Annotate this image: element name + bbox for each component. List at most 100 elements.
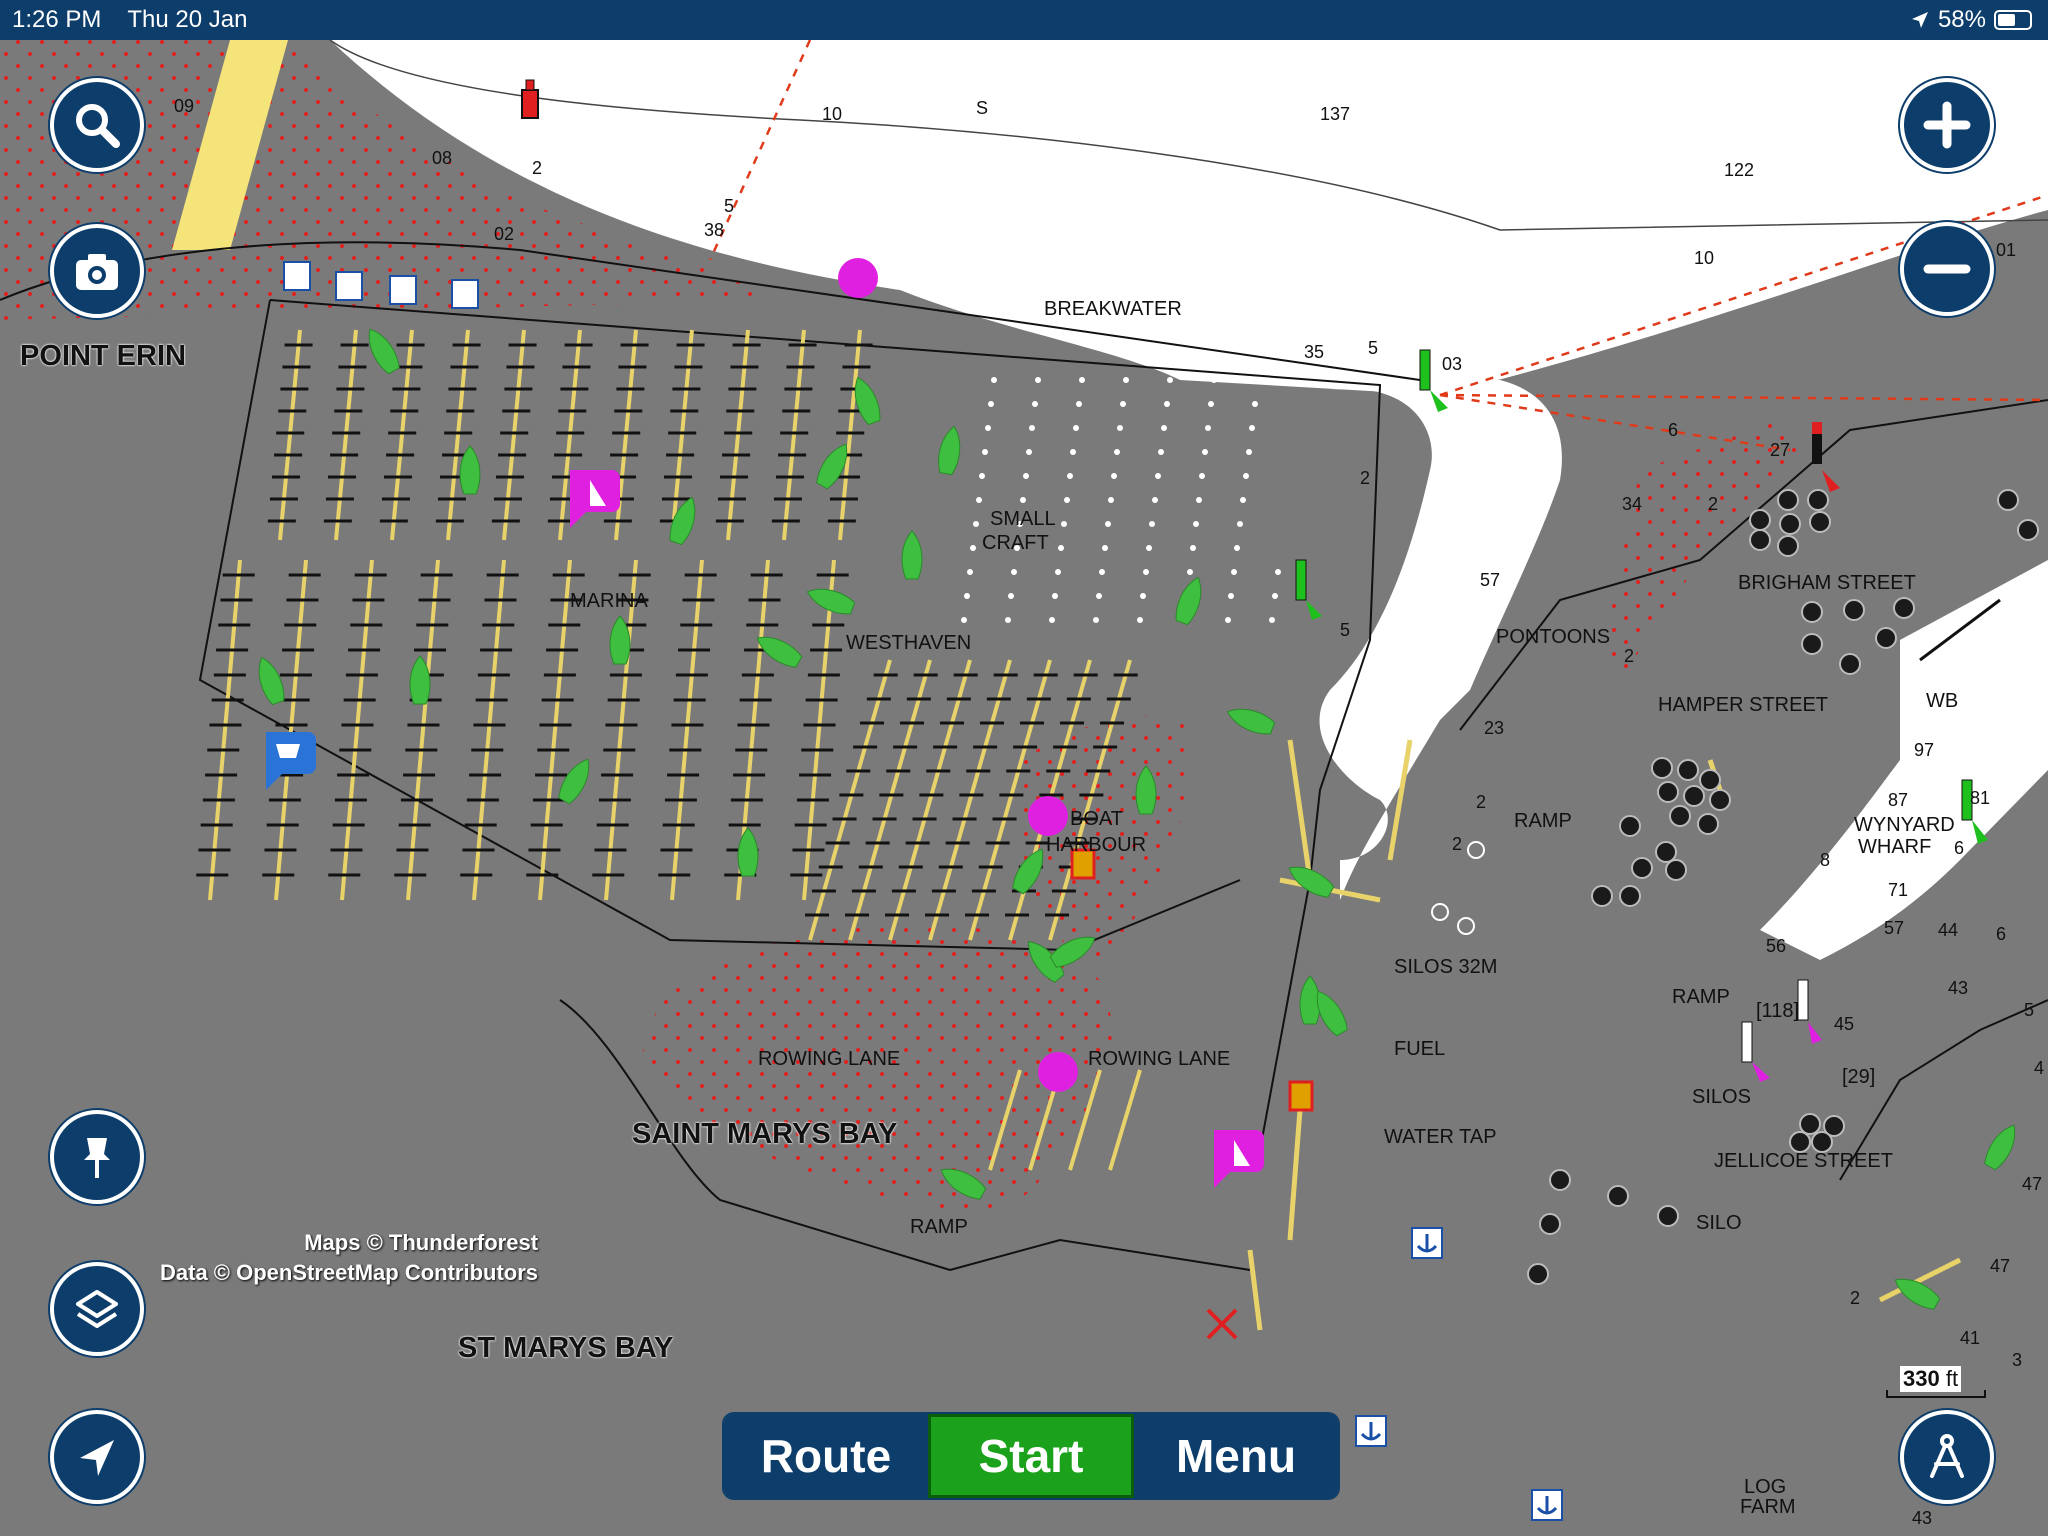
mooring-dot bbox=[1137, 617, 1143, 623]
silo-marker bbox=[1651, 757, 1673, 779]
search-button[interactable] bbox=[50, 78, 144, 172]
compass-icon bbox=[1930, 1434, 1964, 1478]
mooring-dot bbox=[1202, 449, 1208, 455]
depth-sounding: 27 bbox=[1770, 440, 1791, 460]
silo-marker bbox=[1657, 781, 1679, 803]
label-ramp: RAMP bbox=[1514, 810, 1572, 832]
mooring-dot bbox=[1117, 425, 1123, 431]
silo-marker bbox=[1697, 813, 1719, 835]
fuel-icon[interactable] bbox=[1288, 1080, 1314, 1112]
label-harbour: HARBOUR bbox=[1046, 834, 1147, 856]
depth-sounding: 5 bbox=[2024, 1000, 2035, 1020]
layers-button[interactable] bbox=[50, 1262, 144, 1356]
silo-marker bbox=[1657, 1205, 1679, 1227]
label-wb: WB bbox=[1926, 690, 1959, 712]
mooring-dot bbox=[1108, 497, 1114, 503]
location-arrow-icon bbox=[1911, 12, 1928, 28]
label-code-118: [118] bbox=[1756, 1000, 1799, 1022]
mooring-dot bbox=[1070, 449, 1076, 455]
compass-button[interactable] bbox=[1900, 1410, 1994, 1504]
label-silos: SILOS bbox=[1692, 1086, 1751, 1108]
silo-marker bbox=[1749, 529, 1771, 551]
depth-sounding: 35 bbox=[1304, 342, 1325, 362]
silo-marker bbox=[1591, 885, 1613, 907]
label-st-marys-bay: ST MARYS BAY bbox=[458, 1332, 674, 1364]
label-jellicoe-street: JELLICOE STREET bbox=[1714, 1150, 1893, 1172]
pin-button[interactable] bbox=[50, 1110, 144, 1204]
mooring-dot bbox=[1120, 401, 1126, 407]
silo-marker bbox=[1789, 1131, 1811, 1153]
zoom-out-button[interactable] bbox=[1900, 222, 1994, 316]
silo-marker bbox=[2017, 519, 2039, 541]
label-breakwater: BREAKWATER bbox=[1044, 298, 1182, 320]
mooring-dot bbox=[1020, 497, 1026, 503]
label-silos-32m: SILOS 32M bbox=[1394, 956, 1498, 978]
attribution-tiles: Maps © Thunderforest bbox=[304, 1230, 539, 1255]
silo-marker bbox=[1665, 859, 1687, 881]
nautical-map[interactable] bbox=[0, 40, 2048, 1536]
mooring-dot bbox=[1029, 425, 1035, 431]
depth-sounding: 87 bbox=[1888, 790, 1909, 810]
mooring-dot bbox=[1149, 521, 1155, 527]
mooring-dot bbox=[961, 617, 967, 623]
label-rowing-lane: ROWING LANE bbox=[758, 1048, 901, 1070]
depth-sounding: 2 bbox=[532, 158, 543, 178]
pin-icon bbox=[84, 1138, 110, 1178]
mooring-dot bbox=[1225, 617, 1231, 623]
depth-sounding: 2 bbox=[1452, 834, 1463, 854]
route-button[interactable]: Route bbox=[724, 1414, 928, 1498]
yacht-club-marker[interactable] bbox=[838, 258, 878, 298]
zoom-in-icon bbox=[1923, 101, 1971, 149]
mooring-dot bbox=[1190, 545, 1196, 551]
label-water-tap: WATER TAP bbox=[1384, 1126, 1497, 1148]
depth-sounding: 38 bbox=[704, 220, 725, 240]
mooring-dot bbox=[1067, 473, 1073, 479]
mooring-dot bbox=[1255, 377, 1261, 383]
mooring-dot bbox=[970, 545, 976, 551]
start-button[interactable]: Start bbox=[928, 1414, 1134, 1498]
silo-marker bbox=[1631, 857, 1653, 879]
anchorage-icon bbox=[1531, 1489, 1563, 1521]
silo-marker bbox=[1779, 513, 1801, 535]
silo-marker bbox=[1811, 1131, 1833, 1153]
silo-marker bbox=[1699, 769, 1721, 791]
depth-sounding: 2 bbox=[1708, 494, 1719, 514]
camera-button[interactable] bbox=[50, 224, 144, 318]
mooring-dot bbox=[1158, 449, 1164, 455]
mooring-dot bbox=[1052, 593, 1058, 599]
depth-sounding: 09 bbox=[174, 96, 195, 116]
label-farm: FARM bbox=[1740, 1496, 1796, 1518]
mooring-dot bbox=[1193, 521, 1199, 527]
depth-sounding: 10 bbox=[1694, 248, 1715, 268]
mooring-dot bbox=[1076, 401, 1082, 407]
mooring-dot bbox=[1032, 401, 1038, 407]
layers-icon bbox=[76, 1290, 118, 1328]
depth-sounding: 137 bbox=[1320, 104, 1351, 124]
mooring-dot bbox=[1093, 617, 1099, 623]
mooring-dot bbox=[1102, 545, 1108, 551]
zoom-out-icon bbox=[1923, 264, 1971, 274]
depth-sounding: 10 bbox=[822, 104, 843, 124]
label-ramp-3: RAMP bbox=[910, 1216, 968, 1238]
depth-sounding: 5 bbox=[1340, 620, 1351, 640]
silo-marker bbox=[1801, 633, 1823, 655]
mooring-dot bbox=[1073, 425, 1079, 431]
mooring-dot bbox=[1011, 569, 1017, 575]
label-small-craft: SMALL bbox=[990, 508, 1056, 530]
label-point-erin: POINT ERIN bbox=[20, 340, 186, 372]
mooring-dot bbox=[1008, 593, 1014, 599]
menu-button[interactable]: Menu bbox=[1134, 1414, 1338, 1498]
yacht-club-marker[interactable] bbox=[1028, 796, 1068, 836]
depth-sounding: 81 bbox=[1970, 788, 1991, 808]
yacht-club-marker[interactable] bbox=[1038, 1052, 1078, 1092]
mooring-dot bbox=[1196, 497, 1202, 503]
depth-sounding: 8 bbox=[1820, 850, 1831, 870]
scale-bar: 330 ft bbox=[1886, 1366, 1986, 1398]
locate-button[interactable] bbox=[50, 1410, 144, 1504]
mooring-dot bbox=[1164, 401, 1170, 407]
depth-sounding: 47 bbox=[1990, 1256, 2011, 1276]
depth-sounding: 2 bbox=[1476, 792, 1487, 812]
silo-marker bbox=[1777, 489, 1799, 511]
silo-marker bbox=[1875, 627, 1897, 649]
zoom-in-button[interactable] bbox=[1900, 78, 1994, 172]
